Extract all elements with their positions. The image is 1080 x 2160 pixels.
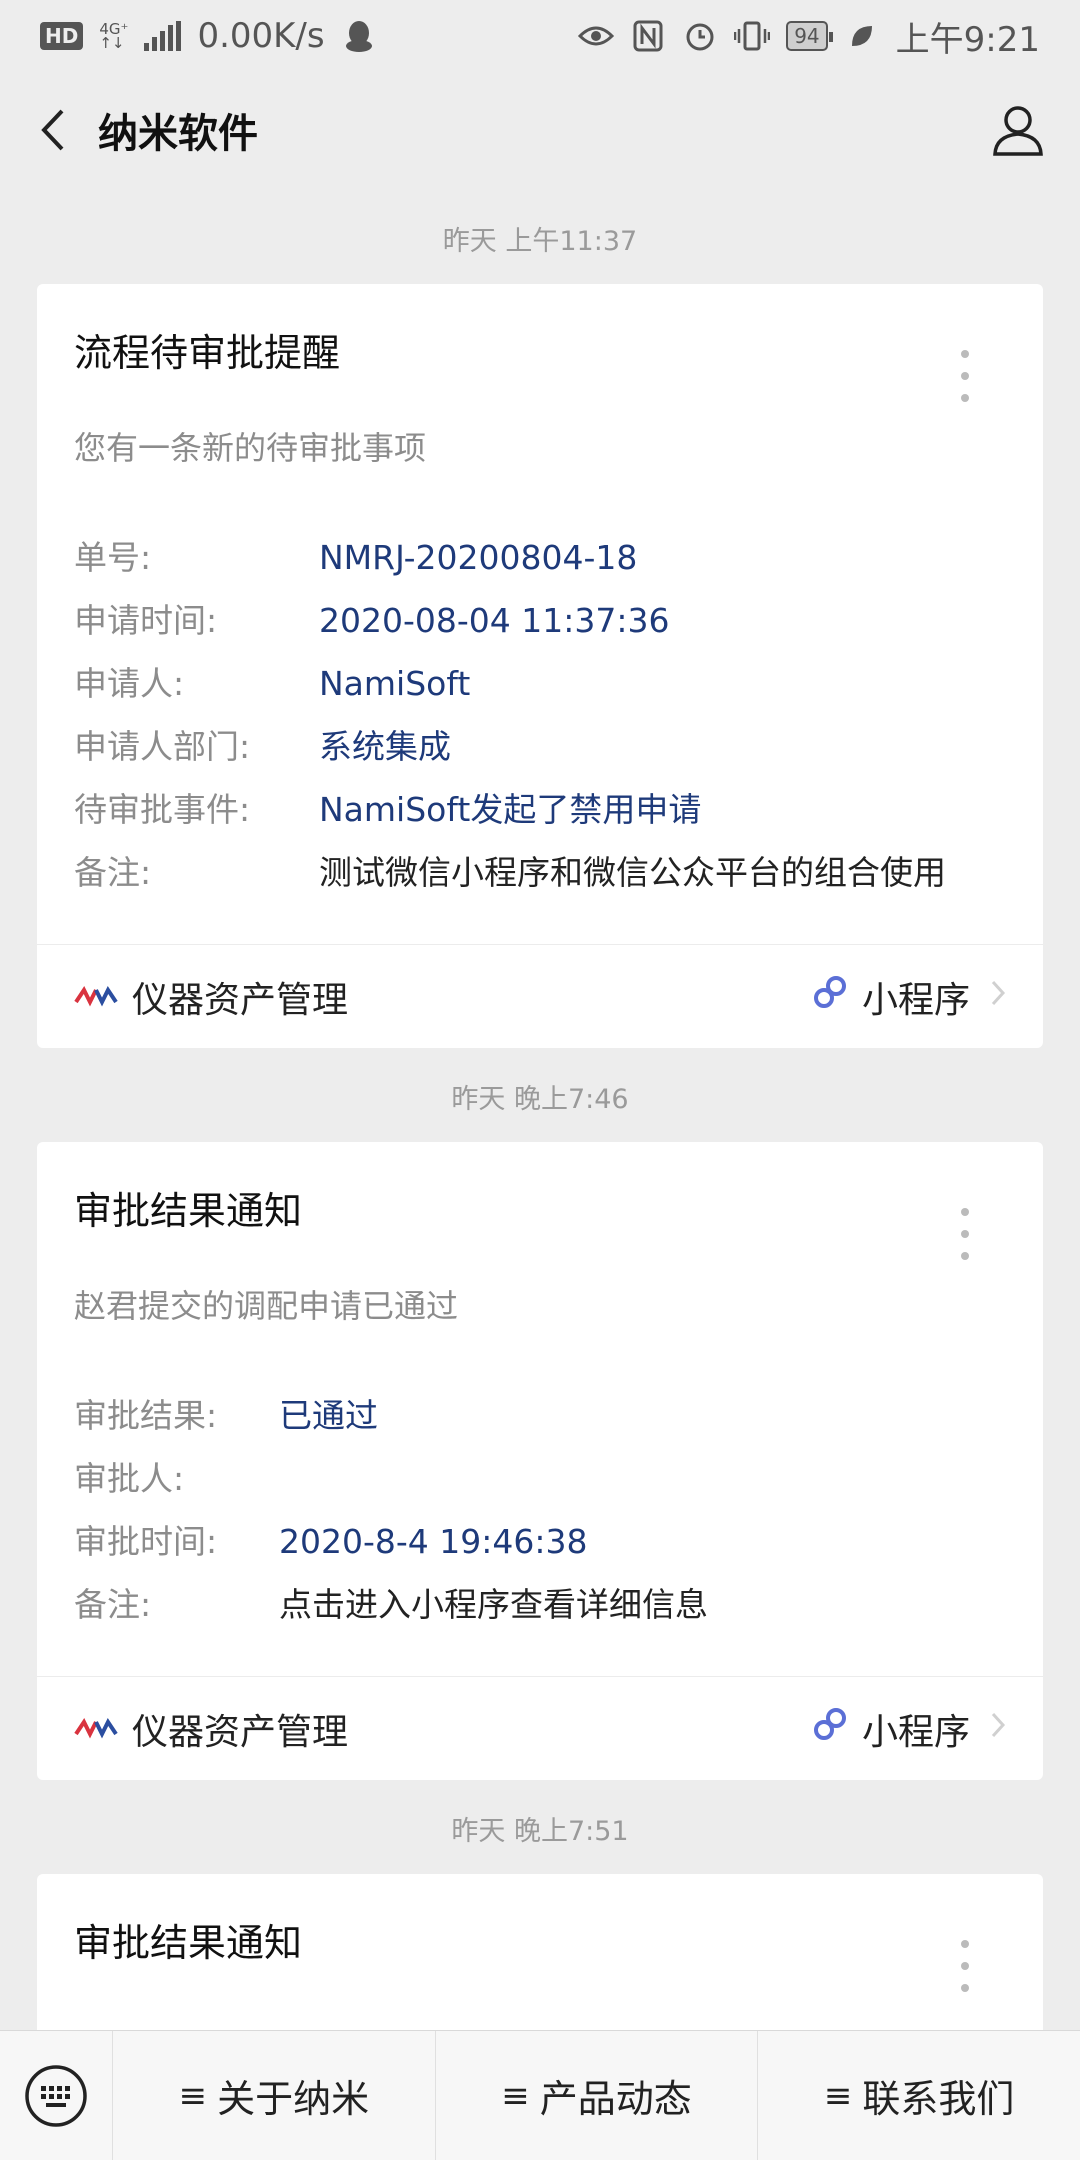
menu-marker: ≡ — [178, 2075, 208, 2116]
app-source: 仪器资产管理 — [74, 971, 348, 1023]
mini-program-link[interactable]: 小程序 — [812, 1703, 1006, 1755]
field-value: NamiSoft — [319, 664, 471, 703]
field-label: 申请时间: — [74, 601, 218, 640]
menu-contact[interactable]: ≡ 联系我们 — [757, 2030, 1080, 2160]
field-list: 单号: NMRJ-20200804-18 申请时间: 2020-08-04 11… — [74, 526, 1006, 904]
more-options-icon[interactable] — [959, 348, 971, 404]
field-list: 审批结果: 已通过 审批人: 审批时间: 2020-8-4 19:46:38 备… — [74, 1384, 1006, 1636]
message-timestamp: 昨天 晚上7:51 — [451, 1816, 629, 1847]
status-bar: HD 4G⁺ ↑↓ 0.00K/s 94 上午9:21 — [0, 0, 1080, 72]
qq-penguin-icon — [341, 18, 377, 54]
network-sub-label: ↑↓ — [99, 34, 125, 52]
field-label: 备注: — [74, 853, 152, 892]
menu-label: 联系我们 — [862, 2077, 1015, 2121]
chevron-right-icon — [990, 979, 1006, 1015]
status-right: 94 上午9:21 — [578, 12, 1040, 61]
field-value: 点击进入小程序查看详细信息 — [279, 1585, 708, 1624]
keyboard-icon — [25, 2064, 87, 2127]
status-left: HD 4G⁺ ↑↓ 0.00K/s — [40, 16, 377, 56]
alarm-icon — [682, 18, 718, 54]
message-timestamp: 昨天 晚上7:46 — [451, 1084, 629, 1115]
field-value: 2020-08-04 11:37:36 — [319, 601, 670, 640]
card-body[interactable]: 流程待审批提醒 您有一条新的待审批事项 单号: NMRJ-20200804-18… — [37, 284, 1043, 944]
battery-icon: 94 — [786, 21, 834, 51]
signal-icon — [144, 21, 182, 51]
chevron-right-icon — [990, 1711, 1006, 1747]
card-body[interactable]: 审批结果通知 — [37, 1874, 1043, 2008]
field-row: 审批结果: 已通过 — [74, 1384, 1006, 1447]
mini-program-label: 小程序 — [861, 979, 970, 1021]
app-logo-icon — [74, 1708, 118, 1749]
app-logo-icon — [74, 976, 118, 1017]
field-label: 审批结果: — [74, 1396, 218, 1435]
field-row: 申请时间: 2020-08-04 11:37:36 — [74, 589, 1006, 652]
eye-icon — [578, 18, 615, 54]
mini-program-link[interactable]: 小程序 — [812, 971, 1006, 1023]
app-name: 仪器资产管理 — [132, 979, 349, 1021]
app-name: 仪器资产管理 — [132, 1711, 349, 1753]
menu-label: 关于纳米 — [217, 2077, 370, 2121]
field-row: 申请人部门: 系统集成 — [74, 715, 1006, 778]
card-body[interactable]: 审批结果通知 赵君提交的调配申请已通过 审批结果: 已通过 审批人: 审批时间:… — [37, 1142, 1043, 1676]
message-feed: 昨天 上午11:37 流程待审批提醒 您有一条新的待审批事项 单号: NMRJ-… — [0, 200, 1080, 2074]
field-row: 单号: NMRJ-20200804-18 — [74, 526, 1006, 589]
field-row: 备注: 点击进入小程序查看详细信息 — [74, 1573, 1006, 1636]
page-title: 纳米软件 — [98, 111, 258, 157]
template-message-card[interactable]: 流程待审批提醒 您有一条新的待审批事项 单号: NMRJ-20200804-18… — [37, 284, 1043, 1048]
field-value: 测试微信小程序和微信公众平台的组合使用 — [319, 853, 946, 892]
field-value: 系统集成 — [319, 727, 451, 766]
menu-marker: ≡ — [501, 2075, 530, 2116]
field-value: 已通过 — [279, 1396, 378, 1435]
more-options-icon[interactable] — [959, 1206, 971, 1262]
network-type: 4G⁺ ↑↓ — [99, 22, 128, 52]
nfc-icon — [630, 18, 666, 54]
mini-program-footer[interactable]: 仪器资产管理 小程序 — [37, 944, 1043, 1048]
field-row: 申请人: NamiSoft — [74, 652, 1006, 715]
field-row: 审批人: — [74, 1447, 1006, 1510]
field-row: 备注: 测试微信小程序和微信公众平台的组合使用 — [74, 841, 1006, 904]
template-message-card[interactable]: 审批结果通知 赵君提交的调配申请已通过 审批结果: 已通过 审批人: 审批时间:… — [37, 1142, 1043, 1780]
field-label: 申请人部门: — [74, 727, 251, 766]
mini-program-icon — [812, 1706, 848, 1751]
card-description: 赵君提交的调配申请已通过 — [74, 1287, 459, 1325]
field-value: 2020-8-4 19:46:38 — [279, 1522, 588, 1561]
vibrate-icon — [734, 18, 771, 54]
menu-label: 产品动态 — [539, 2077, 692, 2121]
menu-marker: ≡ — [823, 2075, 853, 2116]
keyboard-toggle-button[interactable] — [0, 2031, 112, 2160]
mini-program-label: 小程序 — [861, 1711, 970, 1753]
field-row: 审批时间: 2020-8-4 19:46:38 — [74, 1510, 1006, 1573]
field-row: 待审批事件: NamiSoft发起了禁用申请 — [74, 778, 1006, 841]
message-timestamp: 昨天 上午11:37 — [442, 226, 638, 257]
card-description: 您有一条新的待审批事项 — [74, 429, 427, 467]
field-value: NMRJ-20200804-18 — [319, 538, 638, 577]
menu-about[interactable]: ≡ 关于纳米 — [112, 2030, 435, 2160]
chat-header: 纳米软件 — [0, 90, 1080, 170]
mini-program-icon — [812, 974, 848, 1019]
leaf-icon — [844, 18, 880, 54]
field-label: 备注: — [74, 1585, 152, 1624]
hd-indicator: HD — [40, 22, 84, 50]
field-value: NamiSoft发起了禁用申请 — [319, 790, 702, 829]
field-label: 单号: — [74, 538, 152, 577]
network-speed: 0.00K/s — [197, 16, 325, 56]
field-label: 审批人: — [74, 1459, 185, 1498]
more-options-icon[interactable] — [959, 1938, 971, 1994]
back-arrow-icon[interactable] — [8, 90, 98, 170]
official-account-menu: ≡ 关于纳米 ≡ 产品动态 ≡ 联系我们 — [0, 2030, 1080, 2160]
user-profile-icon[interactable] — [990, 102, 1046, 158]
menu-product-news[interactable]: ≡ 产品动态 — [434, 2030, 758, 2160]
card-title: 流程待审批提醒 — [74, 331, 341, 375]
field-label: 待审批事件: — [74, 790, 251, 829]
clock: 上午9:21 — [895, 19, 1040, 60]
card-title: 审批结果通知 — [74, 1921, 303, 1965]
card-title: 审批结果通知 — [74, 1189, 303, 1233]
mini-program-footer[interactable]: 仪器资产管理 小程序 — [37, 1676, 1043, 1780]
field-label: 审批时间: — [74, 1522, 218, 1561]
field-label: 申请人: — [74, 664, 185, 703]
app-source: 仪器资产管理 — [74, 1703, 348, 1755]
